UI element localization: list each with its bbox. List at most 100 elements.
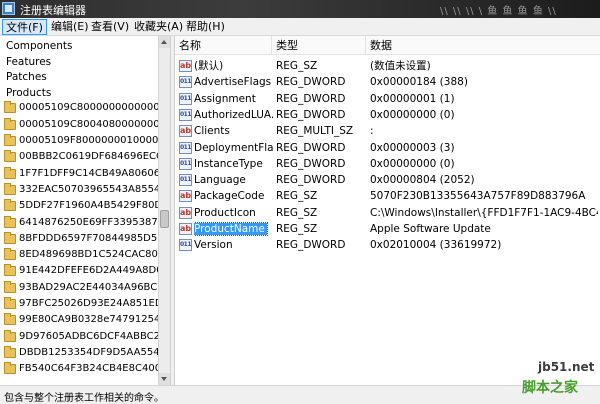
tree-key-item[interactable]: 00005109F800000001000000 xyxy=(0,133,158,149)
tree-key-label: 9D97605ADBC6DCF4ABBC26F xyxy=(19,330,158,342)
folder-icon xyxy=(4,199,16,212)
tree-item[interactable]: Patches xyxy=(0,69,158,85)
value-name: DeploymentFla... xyxy=(194,140,274,156)
folder-icon xyxy=(4,264,16,277)
value-row[interactable]: AuthorizedLUA...REG_DWORD 0x00000000 (0) xyxy=(175,107,600,123)
regedit-app-icon xyxy=(2,2,15,15)
value-name-text: AdvertiseFlags xyxy=(194,76,272,89)
value-name-text: Clients xyxy=(194,125,230,138)
tree-item-label: Products xyxy=(6,86,52,99)
value-type: REG_DWORD xyxy=(276,76,346,89)
tree-key-item[interactable]: DBDB1253354DF9D5AA55447 xyxy=(0,345,158,361)
scroll-up-arrow-icon[interactable] xyxy=(159,36,170,48)
value-type: REG_DWORD xyxy=(276,108,346,121)
dword-value-icon xyxy=(179,172,192,188)
menu-favorites[interactable]: 收藏夹(A) xyxy=(131,19,186,35)
menu-bar: 文件(F) 编辑(E) 查看(V) 收藏夹(A) 帮助(H) xyxy=(0,18,600,36)
status-text: 包含与整个注册表工作相关的命令。 xyxy=(4,393,164,404)
tree-key-label: 8ED489698BD1C524CAC8038 xyxy=(19,249,158,261)
value-type: REG_SZ xyxy=(276,60,318,72)
tree-key-item[interactable]: 97BFC25026D93E24A851ED6 xyxy=(0,296,158,312)
folder-icon xyxy=(4,182,16,195)
column-header-data[interactable]: 数据 xyxy=(366,36,600,55)
value-name-text: ProductName xyxy=(194,222,268,236)
value-row[interactable]: PackageCode REG_SZ 5070F230B13355643A757F8… xyxy=(175,188,600,204)
column-header-name[interactable]: 名称 xyxy=(175,36,272,55)
tree-key-item[interactable]: FB540C64F3B24CB4E8C4000E xyxy=(0,361,158,377)
tree-key-item[interactable]: 8ED489698BD1C524CAC8038 xyxy=(0,247,158,263)
value-row[interactable]: DeploymentFla...REG_DWORD 0x00000003 (3) xyxy=(175,140,600,156)
value-name-text: DeploymentFla... xyxy=(194,141,274,154)
value-row[interactable]: AdvertiseFlags REG_DWORD 0x00000184 (388) xyxy=(175,74,600,90)
tree-key-item[interactable]: 9D97605ADBC6DCF4ABBC26F xyxy=(0,329,158,345)
folder-icon xyxy=(4,362,16,375)
value-data: (数值未设置) xyxy=(370,60,431,72)
value-row[interactable]: ProductIcon REG_SZ C:\Windows\Installer\{F… xyxy=(175,205,600,221)
tree-key-label: 6414876250E69FF3395387C6 xyxy=(19,216,158,228)
value-name-text: InstanceType xyxy=(194,157,263,170)
tree-key-item[interactable]: 00005109C800408000000000 xyxy=(0,117,158,133)
tree-key-item[interactable]: 8BFDDD6597F70844985D521E xyxy=(0,231,158,247)
tree-item[interactable]: Products xyxy=(0,85,158,101)
folder-icon xyxy=(4,280,16,293)
value-name-text: (默认) xyxy=(194,60,224,72)
folder-icon xyxy=(4,101,16,114)
tree-key-label: 332EAC50703965543A8554A7 xyxy=(19,183,158,195)
value-data: Apple Software Update xyxy=(370,223,491,235)
value-name-text: AuthorizedLUA... xyxy=(194,108,274,121)
tree-key-item[interactable]: 1F7F1DFF9C14CB49A806068 xyxy=(0,166,158,182)
value-name: Language xyxy=(194,172,274,188)
watermark-site: jb51.net xyxy=(538,360,595,374)
scroll-thumb[interactable] xyxy=(160,210,169,228)
tree-key-item[interactable]: 332EAC50703965543A8554A7 xyxy=(0,182,158,198)
tree-key-item[interactable]: 91E442DFEFE6D2A449A8D054 xyxy=(0,263,158,279)
menu-help[interactable]: 帮助(H) xyxy=(183,19,228,35)
folder-icon xyxy=(4,215,16,228)
value-row[interactable]: InstanceType REG_DWORD 0x00000000 (0) xyxy=(175,156,600,172)
tree-key-item[interactable]: 6414876250E69FF3395387C6 xyxy=(0,215,158,231)
string-value-icon xyxy=(179,188,192,204)
value-row[interactable]: Language REG_DWORD 0x00000804 (2052) xyxy=(175,172,600,188)
watermark-cn: 脚本之家 xyxy=(522,380,578,396)
value-type: REG_DWORD xyxy=(276,141,346,154)
value-name: ProductName xyxy=(194,221,274,237)
folder-icon xyxy=(4,150,16,163)
value-name-text: Language xyxy=(194,174,246,187)
value-row[interactable]: Clients REG_MULTI_SZ: xyxy=(175,123,600,139)
tree-key-item[interactable]: 00005109C800000000000000 xyxy=(0,100,158,116)
column-header-type[interactable]: 类型 xyxy=(272,36,366,55)
tree-scrollbar[interactable] xyxy=(158,36,170,385)
menu-edit[interactable]: 编辑(E) xyxy=(48,19,92,35)
folder-icon xyxy=(4,345,16,358)
menu-file[interactable]: 文件(F) xyxy=(2,19,47,35)
value-row[interactable]: ProductName REG_SZ Apple Software Update xyxy=(175,221,600,237)
scroll-down-arrow-icon[interactable] xyxy=(159,373,170,385)
value-type: REG_DWORD xyxy=(276,239,346,252)
tree-key-item[interactable]: 00BBB2C0619DF684696ECC4E xyxy=(0,149,158,165)
value-row[interactable]: (默认) REG_SZ (数值未设置) xyxy=(175,58,600,74)
tree-item[interactable]: Features xyxy=(0,54,158,70)
tree-key-item[interactable]: 93BAD29AC2E44034A96BCE4 xyxy=(0,280,158,296)
tree-key-item[interactable]: 5DDF27F1960A4B5429F80D1F xyxy=(0,198,158,214)
value-type: REG_DWORD xyxy=(276,92,346,105)
tree-key-label: DBDB1253354DF9D5AA55447 xyxy=(19,346,158,358)
value-type: REG_DWORD xyxy=(276,174,346,187)
value-row[interactable]: Version REG_DWORD 0x02010004 (33619972) xyxy=(175,237,600,253)
value-type: REG_SZ xyxy=(276,206,318,219)
folder-icon xyxy=(4,313,16,326)
tree-key-label: 97BFC25026D93E24A851ED6 xyxy=(19,298,158,309)
tree-key-label: 00005109C800000000000000 xyxy=(19,102,158,114)
value-type: REG_SZ xyxy=(276,223,318,235)
value-name-text: PackageCode xyxy=(194,190,265,203)
dword-value-icon xyxy=(179,156,192,172)
key-tree-pane[interactable]: Components Features Patches Products 0000510… xyxy=(0,36,158,385)
menu-view[interactable]: 查看(V) xyxy=(88,19,132,35)
tree-key-label: FB540C64F3B24CB4E8C4000E xyxy=(19,363,158,375)
tree-key-item[interactable]: 99E80CA9B0328e7479125477 xyxy=(0,312,158,328)
value-list-pane[interactable]: 名称 类型 数据 (默认) REG_SZ (数值未设置) AdvertiseFlags… xyxy=(175,36,600,385)
value-name: Assignment xyxy=(194,91,274,107)
value-type: REG_MULTI_SZ xyxy=(276,125,354,138)
tree-key-label: 00BBB2C0619DF684696ECC4E xyxy=(19,151,158,163)
tree-item[interactable]: Components xyxy=(0,38,158,54)
value-row[interactable]: Assignment REG_DWORD 0x00000001 (1) xyxy=(175,91,600,107)
